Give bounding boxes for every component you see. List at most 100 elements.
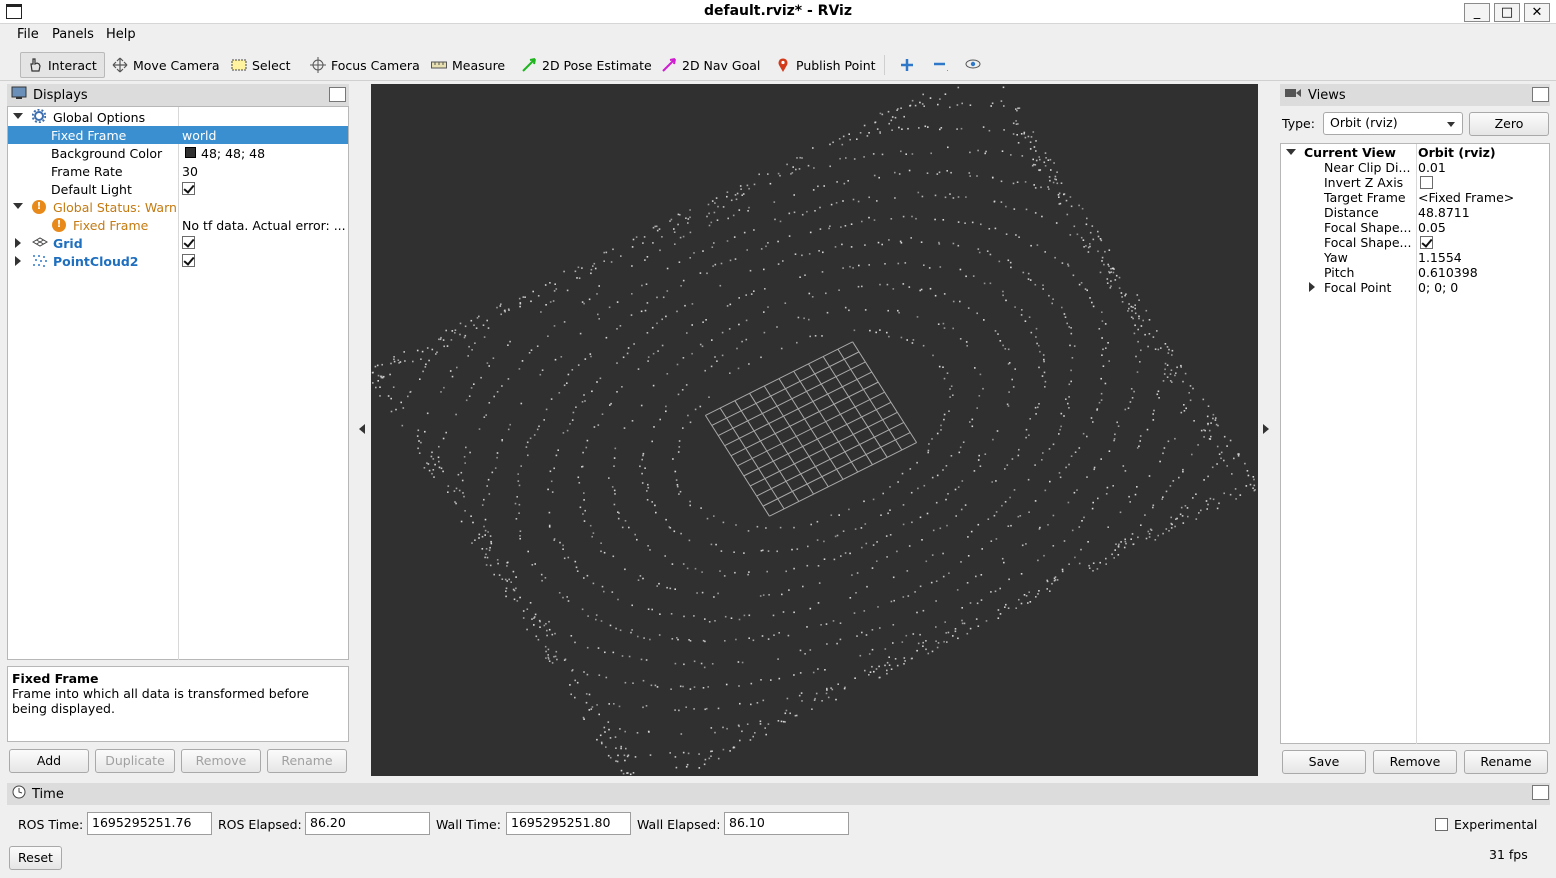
- move-camera-tool[interactable]: Move Camera: [112, 52, 220, 78]
- move-arrows-icon: [112, 57, 128, 73]
- current-view-row[interactable]: Current View Orbit (rviz): [1281, 145, 1549, 160]
- global-status-row[interactable]: ! Global Status: Warn: [8, 198, 348, 216]
- toolbar-separator: [884, 55, 885, 75]
- views-header: Views: [1280, 84, 1550, 106]
- displays-header: Displays: [7, 84, 349, 106]
- add-tool-button[interactable]: [899, 52, 920, 78]
- view-row-pitch[interactable]: Pitch 0.610398: [1281, 265, 1549, 280]
- collapse-arrow-icon[interactable]: [13, 113, 23, 119]
- type-label: Type:: [1282, 116, 1315, 131]
- ros-time-field[interactable]: 1695295251.76: [87, 812, 212, 835]
- reset-button[interactable]: Reset: [9, 846, 62, 870]
- view-row-yaw[interactable]: Yaw 1.1554: [1281, 250, 1549, 265]
- nav-goal-tool[interactable]: 2D Nav Goal: [661, 52, 760, 78]
- views-float-button[interactable]: [1532, 87, 1549, 102]
- measure-tool[interactable]: Measure: [431, 52, 505, 78]
- experimental-label: Experimental: [1454, 817, 1538, 832]
- collapse-arrow-icon[interactable]: [1286, 149, 1296, 155]
- view-row-near-clip[interactable]: Near Clip Di... 0.01: [1281, 160, 1549, 175]
- displays-title: Displays: [33, 87, 88, 103]
- wall-time-field[interactable]: 1695295251.80: [506, 812, 631, 835]
- title-bar: default.rviz* - RViz _ □ ✕: [0, 0, 1556, 24]
- time-header: Time: [7, 783, 1550, 805]
- view-row-distance[interactable]: Distance 48.8711: [1281, 205, 1549, 220]
- time-title: Time: [32, 786, 64, 802]
- menu-file[interactable]: File: [17, 27, 39, 42]
- pointcloud-display-row[interactable]: PointCloud2: [8, 252, 348, 270]
- color-swatch[interactable]: [185, 147, 196, 158]
- fps-counter: 31 fps: [1489, 847, 1528, 862]
- menu-help[interactable]: Help: [106, 27, 136, 42]
- ros-elapsed-field[interactable]: 86.20: [305, 812, 430, 835]
- minimize-button[interactable]: _: [1464, 3, 1490, 22]
- view-row-focal-point[interactable]: Focal Point 0; 0; 0: [1281, 280, 1549, 295]
- duplicate-display-button[interactable]: Duplicate: [95, 749, 175, 773]
- wall-elapsed-field[interactable]: 86.10: [724, 812, 849, 835]
- magenta-arrow-icon: [661, 57, 677, 73]
- close-button[interactable]: ✕: [1524, 3, 1550, 22]
- focus-camera-tool[interactable]: Focus Camera: [310, 52, 420, 78]
- displays-float-button[interactable]: [329, 87, 346, 102]
- focal-shape-checkbox[interactable]: [1420, 236, 1433, 249]
- grid-display-row[interactable]: Grid: [8, 234, 348, 252]
- zero-button[interactable]: Zero: [1469, 112, 1549, 136]
- remove-view-button[interactable]: Remove: [1373, 750, 1457, 774]
- monitor-icon: [11, 86, 27, 104]
- add-display-button[interactable]: Add: [9, 749, 89, 773]
- hand-icon: [27, 57, 43, 73]
- point-cloud-scene[interactable]: [371, 84, 1258, 776]
- views-panel: Views Type: Orbit (rviz) Zero Current Vi…: [1280, 84, 1550, 776]
- warning-icon: !: [32, 200, 46, 214]
- eye-icon: [965, 57, 981, 73]
- time-float-button[interactable]: [1532, 785, 1549, 800]
- rename-display-button[interactable]: Rename: [267, 749, 347, 773]
- rename-view-button[interactable]: Rename: [1464, 750, 1548, 774]
- tool-properties-button[interactable]: [965, 52, 986, 78]
- view-type-select[interactable]: Orbit (rviz): [1323, 112, 1463, 135]
- pose-estimate-tool[interactable]: 2D Pose Estimate: [521, 52, 652, 78]
- collapse-left-arrow-icon[interactable]: [359, 424, 365, 434]
- save-view-button[interactable]: Save: [1282, 750, 1366, 774]
- plus-icon: [899, 57, 915, 73]
- clock-icon: [12, 785, 26, 803]
- grid-overlay: [704, 341, 918, 517]
- collapse-arrow-icon[interactable]: [13, 203, 23, 209]
- menu-panels[interactable]: Panels: [52, 27, 94, 42]
- views-tree: Current View Orbit (rviz) Near Clip Di..…: [1280, 143, 1550, 744]
- minus-icon: [932, 57, 948, 73]
- chevron-down-icon: [1447, 122, 1455, 127]
- experimental-checkbox[interactable]: [1435, 818, 1448, 831]
- pointcloud-enabled-checkbox[interactable]: [182, 254, 195, 267]
- default-light-row[interactable]: Default Light: [8, 180, 348, 198]
- default-light-checkbox[interactable]: [182, 182, 195, 195]
- interact-tool[interactable]: Interact: [20, 52, 105, 78]
- menu-bar: File Panels Help: [0, 24, 1556, 46]
- fixed-frame-value[interactable]: world: [182, 128, 216, 143]
- view-row-focal-shape-size[interactable]: Focal Shape... 0.05: [1281, 220, 1549, 235]
- render-viewport[interactable]: [371, 84, 1258, 776]
- green-arrow-icon: [521, 57, 537, 73]
- background-color-row[interactable]: Background Color 48; 48; 48: [8, 144, 348, 162]
- status-fixed-frame-row[interactable]: ! Fixed Frame No tf data. Actual error: …: [8, 216, 348, 234]
- time-panel: Time ROS Time: 1695295251.76 ROS Elapsed…: [7, 783, 1550, 878]
- select-tool[interactable]: Select: [231, 52, 291, 78]
- collapse-right-arrow-icon[interactable]: [1263, 424, 1269, 434]
- warning-icon: !: [52, 218, 66, 232]
- view-row-focal-shape-fixed[interactable]: Focal Shape...: [1281, 235, 1549, 250]
- expand-arrow-icon[interactable]: [15, 238, 21, 248]
- publish-point-tool[interactable]: Publish Point: [775, 52, 876, 78]
- view-row-target-frame[interactable]: Target Frame <Fixed Frame>: [1281, 190, 1549, 205]
- fixed-frame-row[interactable]: Fixed Frame world: [8, 126, 348, 144]
- view-row-invert-z[interactable]: Invert Z Axis: [1281, 175, 1549, 190]
- invert-z-checkbox[interactable]: [1420, 176, 1433, 189]
- grid-enabled-checkbox[interactable]: [182, 236, 195, 249]
- global-options-row[interactable]: Global Options: [8, 108, 348, 126]
- gear-icon: [31, 108, 47, 126]
- expand-arrow-icon[interactable]: [1309, 282, 1315, 292]
- maximize-button[interactable]: □: [1494, 3, 1520, 22]
- frame-rate-row[interactable]: Frame Rate 30: [8, 162, 348, 180]
- remove-tool-button[interactable]: [932, 52, 953, 78]
- displays-tree: Global Options Fixed Frame world Backgro…: [7, 106, 349, 660]
- expand-arrow-icon[interactable]: [15, 256, 21, 266]
- remove-display-button[interactable]: Remove: [181, 749, 261, 773]
